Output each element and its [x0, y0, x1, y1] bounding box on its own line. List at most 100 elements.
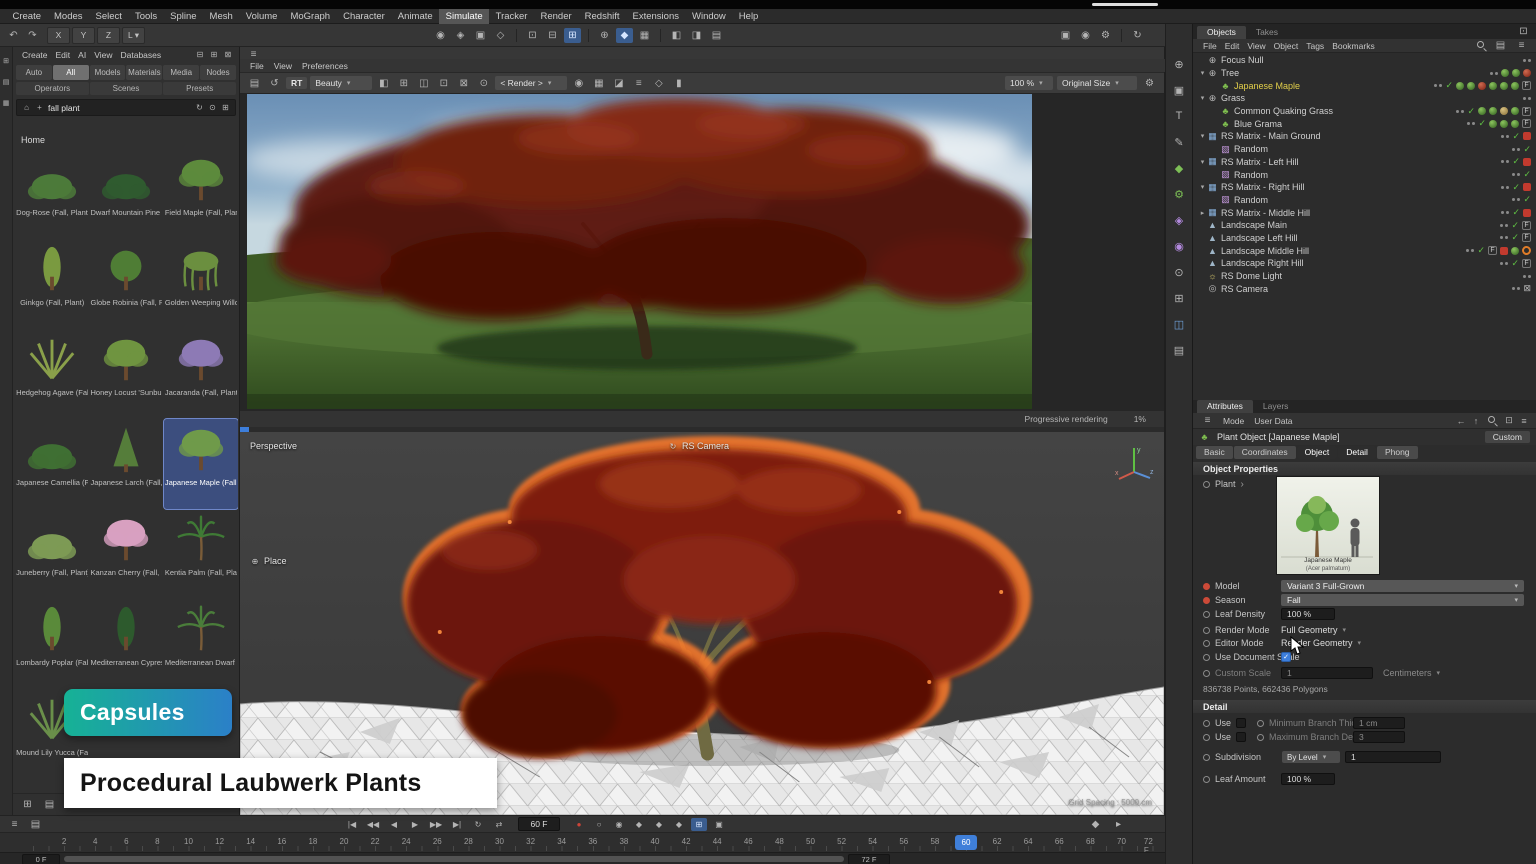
viewport-filter-icon[interactable]: ◧: [668, 28, 685, 43]
overlays-icon[interactable]: ▤: [708, 28, 725, 43]
up-icon[interactable]: ↑: [1470, 415, 1482, 427]
rv-menu-preferences[interactable]: Preferences: [297, 61, 353, 71]
subdivision-mode-dropdown[interactable]: By Level: [1282, 751, 1340, 763]
visibility-dots[interactable]: [1501, 186, 1509, 189]
keyed-dot[interactable]: [1203, 597, 1210, 604]
visibility-dots[interactable]: [1501, 211, 1509, 214]
enabled-check[interactable]: ✓: [1512, 132, 1520, 141]
asset-item[interactable]: Japanese Maple (Fall, ...: [164, 419, 238, 509]
range-end-field[interactable]: 72 F: [848, 854, 890, 864]
pen-tool-icon[interactable]: ✎: [1170, 134, 1188, 150]
make-editable-icon[interactable]: ◉: [432, 28, 449, 43]
lock-panel-icon[interactable]: ⊡: [1503, 415, 1515, 427]
anim-dot[interactable]: [1203, 627, 1210, 634]
attr-mode-mode[interactable]: Mode: [1218, 416, 1249, 426]
asset-item[interactable]: Kentia Palm (Fall, Plant): [164, 509, 238, 599]
enabled-check[interactable]: ✓: [1512, 183, 1520, 192]
enabled-check[interactable]: ✓: [1523, 145, 1531, 154]
undo-icon[interactable]: ↶: [5, 28, 22, 43]
f-tag-icon[interactable]: F: [1522, 81, 1531, 90]
renderview-settings-icon[interactable]: ⚙: [1141, 76, 1158, 91]
enabled-check[interactable]: ✓: [1445, 81, 1453, 90]
snap-icon[interactable]: ◆: [616, 28, 633, 43]
axis-y-button[interactable]: Y: [72, 27, 95, 44]
menu-mesh[interactable]: Mesh: [203, 9, 239, 24]
list-view-icon[interactable]: ▤: [41, 797, 58, 812]
simulation-icon[interactable]: ◫: [1170, 316, 1188, 332]
attr-burger-icon[interactable]: ≡: [1199, 413, 1216, 428]
current-frame-marker[interactable]: 60: [955, 835, 977, 850]
anim-dot[interactable]: [1203, 754, 1210, 761]
enabled-check[interactable]: ✓: [1523, 170, 1531, 179]
goto-start-icon[interactable]: |◀: [344, 818, 360, 831]
size-dropdown[interactable]: Original Size: [1057, 76, 1137, 90]
redshift-tag-icon[interactable]: [1523, 158, 1531, 166]
attr-mode-user-data[interactable]: User Data: [1249, 416, 1297, 426]
enabled-check[interactable]: ✓: [1512, 157, 1520, 166]
material-swatch[interactable]: [1511, 107, 1519, 115]
om-tab-takes[interactable]: Takes: [1246, 26, 1288, 39]
visibility-dots[interactable]: [1500, 262, 1508, 265]
timeline-ruler[interactable]: 2468101214161820222426283032343638404244…: [0, 832, 1165, 853]
anim-dot[interactable]: [1203, 481, 1210, 488]
timeline-menu-icon[interactable]: ≡: [6, 817, 23, 832]
material-swatch[interactable]: [1500, 82, 1508, 90]
ab-compare-icon[interactable]: ◫: [415, 76, 432, 91]
goto-end-icon[interactable]: ▶|: [449, 818, 465, 831]
material-swatch[interactable]: [1511, 82, 1519, 90]
visibility-dots[interactable]: [1500, 224, 1508, 227]
enabled-check[interactable]: ✓: [1511, 259, 1519, 268]
axis-lock-button[interactable]: L ▾: [122, 27, 145, 44]
asset-item[interactable]: Honey Locust 'Sunbur...: [89, 329, 163, 419]
object-row[interactable]: ▲Landscape Main✓F: [1193, 219, 1536, 232]
float-icon[interactable]: ⊞: [208, 49, 220, 61]
select-tool-icon[interactable]: ⊕: [1170, 56, 1188, 72]
menu-create[interactable]: Create: [6, 9, 48, 24]
deformers-icon[interactable]: ◈: [1170, 212, 1188, 228]
material-swatch[interactable]: [1500, 120, 1508, 128]
layout-c-icon[interactable]: ▦: [1, 97, 12, 108]
autokey-icon[interactable]: ○: [591, 818, 607, 831]
menu-help[interactable]: Help: [732, 9, 765, 24]
refresh-icon[interactable]: ↻: [194, 102, 205, 113]
visibility-dots[interactable]: [1523, 275, 1531, 278]
cmd-tab-basic[interactable]: Basic: [1196, 446, 1233, 459]
asset-subtab-scenes[interactable]: Scenes: [90, 82, 163, 95]
asset-tab-media[interactable]: Media: [163, 65, 199, 80]
material-swatch[interactable]: [1467, 82, 1475, 90]
object-row[interactable]: ◎RS Camera⊠: [1193, 282, 1536, 295]
menu-render[interactable]: Render: [534, 9, 578, 24]
asset-item[interactable]: Japanese Larch (Fall, Pl...: [89, 419, 163, 509]
visibility-dots[interactable]: [1512, 198, 1520, 201]
viewport-label[interactable]: Perspective: [250, 441, 297, 451]
texture-mode-icon[interactable]: ▣: [472, 28, 489, 43]
range-start-field[interactable]: 0 F: [22, 854, 60, 864]
asset-tab-all[interactable]: All: [53, 65, 89, 80]
anim-dot[interactable]: [1257, 734, 1264, 741]
object-row[interactable]: ▸▦RS Matrix - Middle Hill✓: [1193, 206, 1536, 219]
asset-item[interactable]: Kanzan Cherry (Fall, Pl...: [89, 509, 163, 599]
visibility-dots[interactable]: [1490, 72, 1498, 75]
material-swatch[interactable]: [1500, 107, 1508, 115]
visibility-dots[interactable]: [1466, 249, 1474, 252]
rotation-key-icon[interactable]: ◆: [671, 818, 687, 831]
anim-dot[interactable]: [1203, 611, 1210, 618]
material-swatch[interactable]: [1456, 82, 1464, 90]
attr-tab-layers[interactable]: Layers: [1253, 400, 1299, 413]
max-branch-use-checkbox[interactable]: [1236, 732, 1246, 742]
material-swatch[interactable]: [1489, 107, 1497, 115]
menu-character[interactable]: Character: [337, 9, 392, 24]
object-row[interactable]: ▲Landscape Right Hill✓F: [1193, 257, 1536, 270]
asset-item[interactable]: Ginkgo (Fall, Plant): [15, 239, 89, 329]
f-tag-icon[interactable]: F: [1488, 246, 1497, 255]
menu-window[interactable]: Window: [686, 9, 733, 24]
asset-subtab-presets[interactable]: Presets: [163, 82, 236, 95]
generators-icon[interactable]: ⚙: [1170, 186, 1188, 202]
asset-item[interactable]: Dwarf Mountain Pine (...: [89, 149, 163, 239]
lock-view-icon[interactable]: ⊙: [475, 76, 492, 91]
expander-icon[interactable]: ›: [1241, 479, 1244, 490]
enabled-check[interactable]: ✓: [1467, 107, 1475, 116]
enable-axis-icon[interactable]: ⊕: [596, 28, 613, 43]
object-row[interactable]: ▧Random✓: [1193, 168, 1536, 181]
asset-tab-models[interactable]: Models: [90, 65, 126, 80]
